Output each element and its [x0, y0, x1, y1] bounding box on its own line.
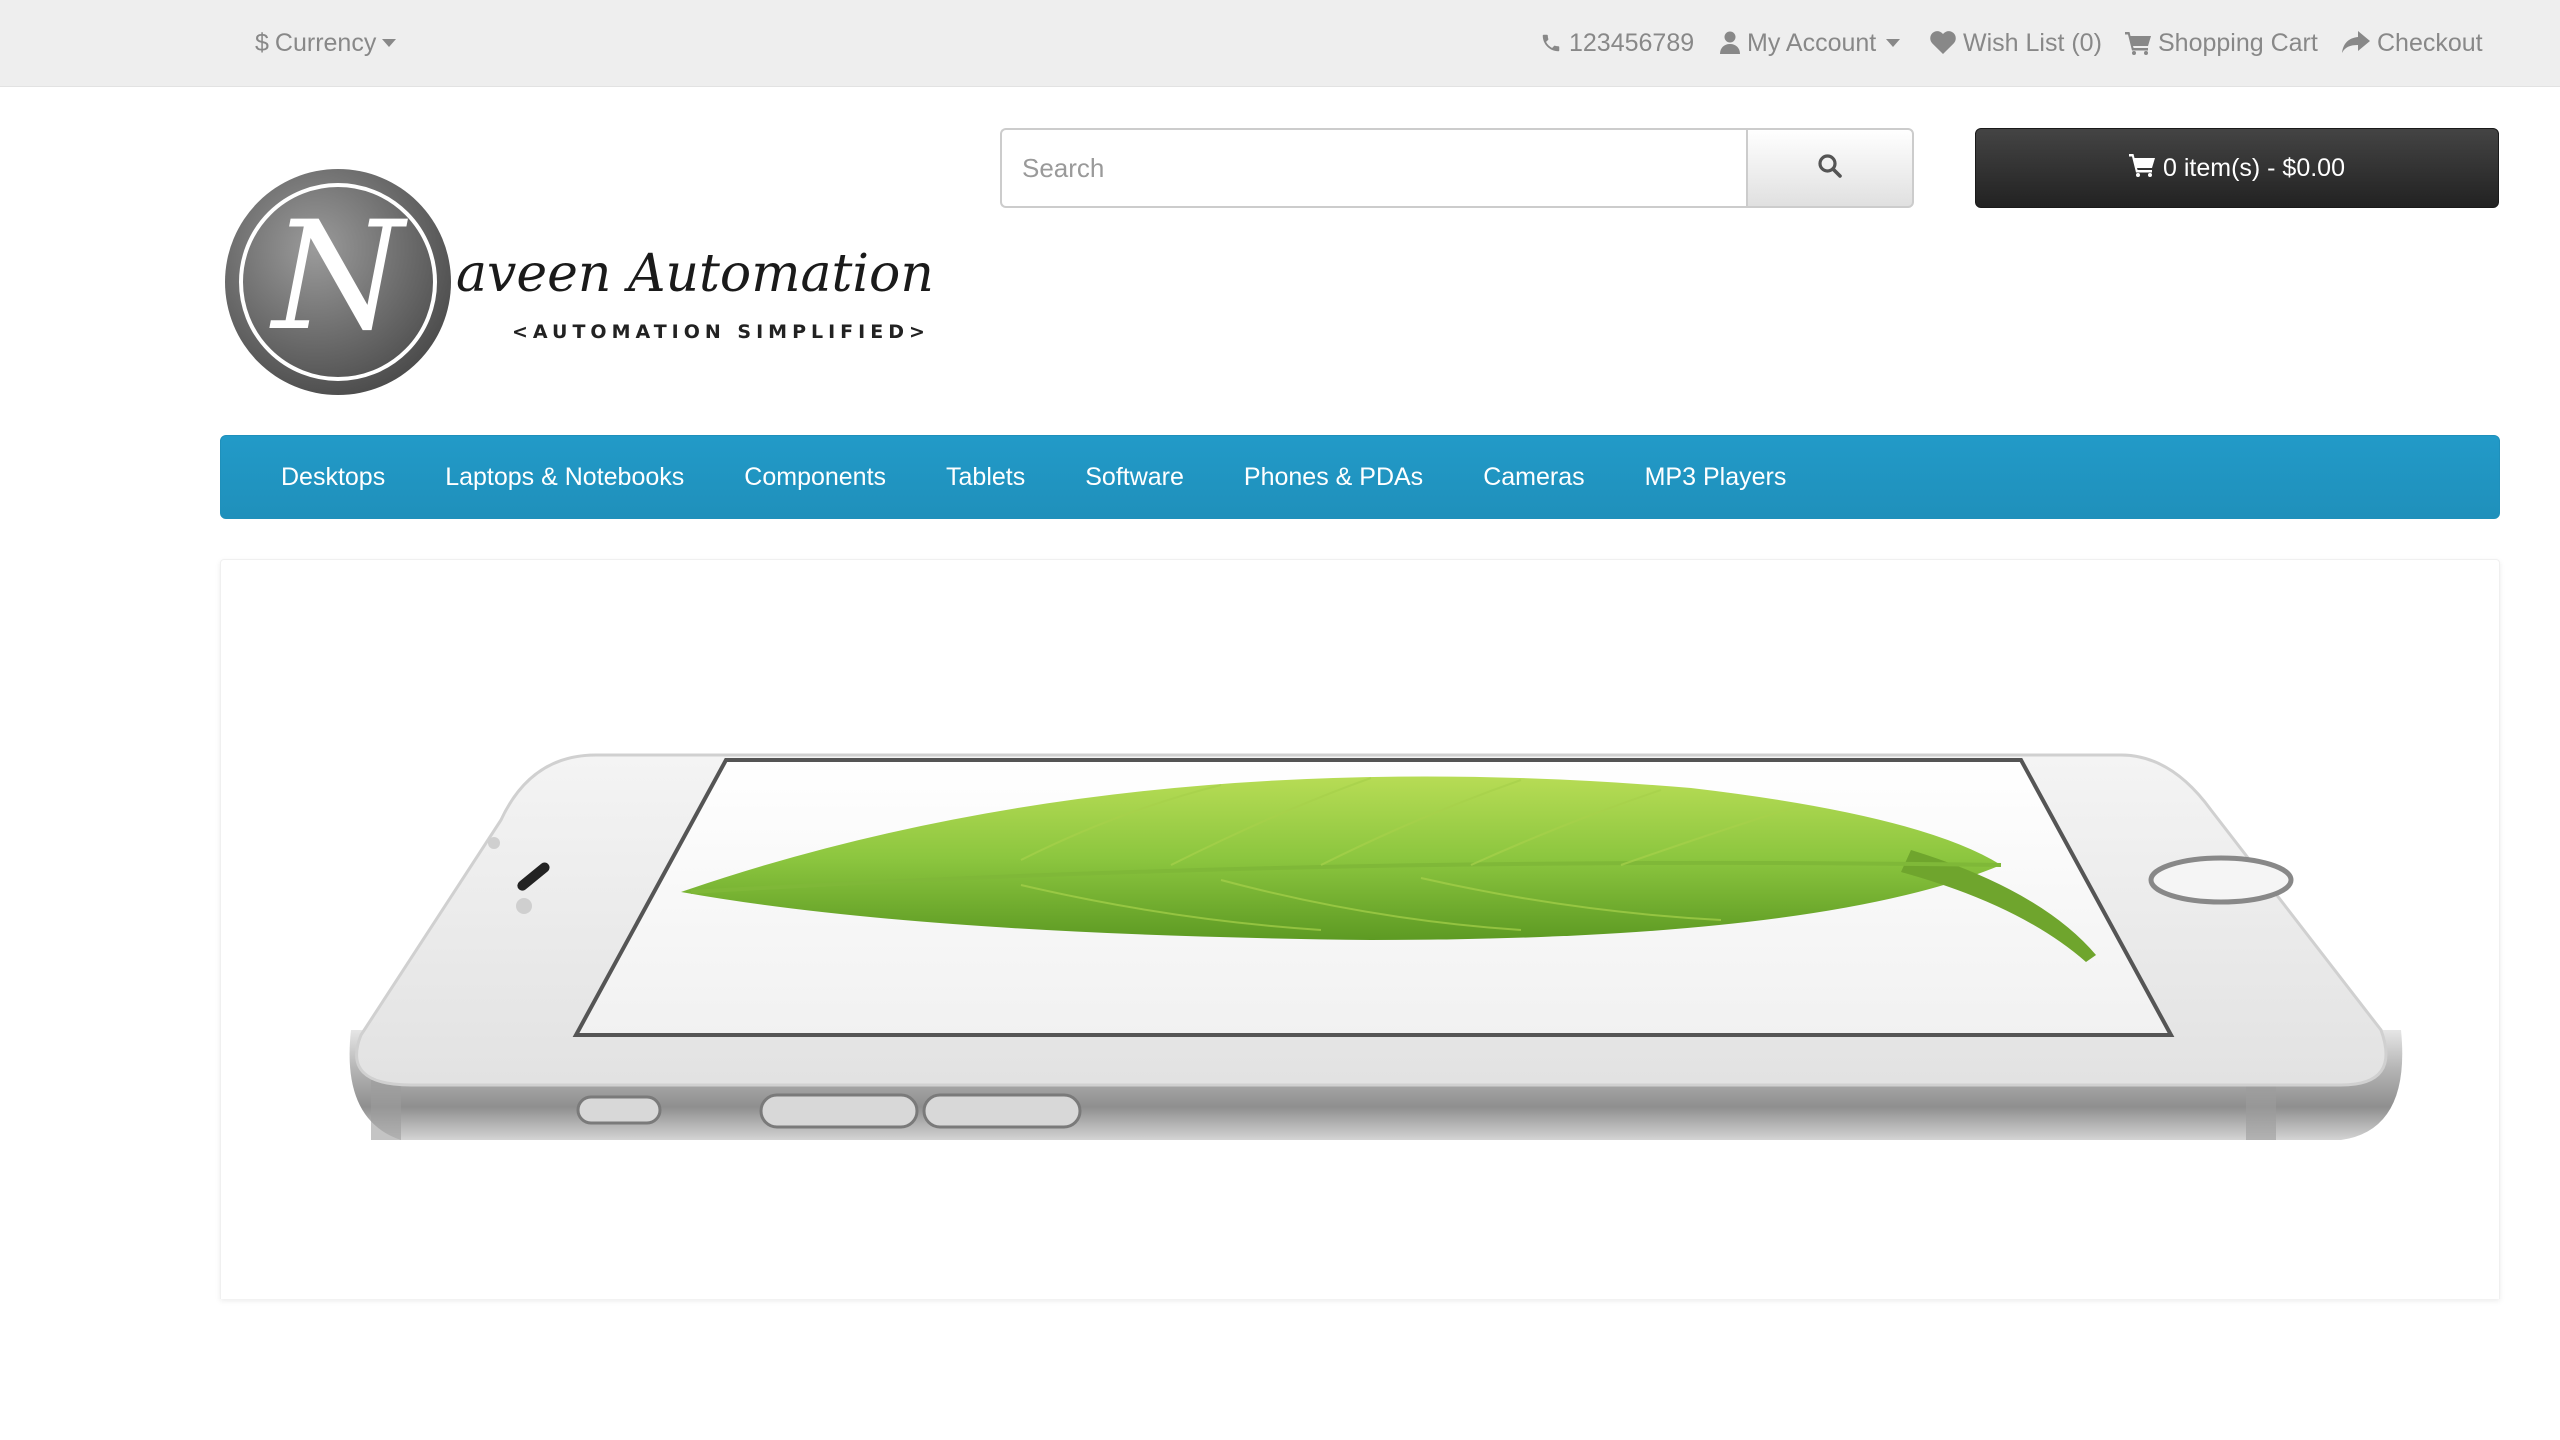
phone-link[interactable]: 123456789: [1540, 0, 1694, 86]
shopping-cart-icon: [2128, 153, 2163, 184]
caret-down-icon: [1886, 39, 1901, 47]
search-bar: [1000, 128, 1914, 208]
currency-label: Currency: [274, 28, 377, 57]
wish-list-link[interactable]: Wish List (0): [1930, 0, 2102, 86]
search-button[interactable]: [1746, 128, 1914, 208]
site-logo[interactable]: N aveen Automation Labs <AUTOMATION SIMP…: [222, 166, 1076, 398]
my-account-label: My Account: [1747, 28, 1877, 57]
shopping-cart-link[interactable]: Shopping Cart: [2125, 0, 2318, 86]
wish-list-label: Wish List (0): [1963, 28, 2102, 57]
checkout-link[interactable]: Checkout: [2342, 0, 2483, 86]
menu-item-cameras[interactable]: Cameras: [1453, 435, 1614, 519]
category-menu: Desktops Laptops & Notebooks Components …: [220, 435, 2500, 519]
menu-item-desktops[interactable]: Desktops: [251, 435, 415, 519]
checkout-label: Checkout: [2377, 28, 2483, 57]
logo-monogram: N: [269, 190, 408, 364]
heart-icon: [1930, 31, 1956, 55]
my-account-dropdown[interactable]: My Account: [1720, 0, 1901, 86]
currency-symbol: $: [255, 28, 269, 57]
phone-icon: [1540, 31, 1562, 55]
share-icon: [2342, 31, 2370, 55]
menu-item-components[interactable]: Components: [714, 435, 916, 519]
caret-down-icon: [382, 39, 397, 47]
logo-tagline: <AUTOMATION SIMPLIFIED>: [512, 321, 930, 343]
cart-button[interactable]: 0 item(s) - $0.00: [1975, 128, 2499, 208]
slideshow-banner[interactable]: [220, 559, 2500, 1299]
menu-item-tablets[interactable]: Tablets: [916, 435, 1055, 519]
smartphone-banner-image: [349, 753, 2403, 1140]
shopping-cart-icon: [2125, 31, 2151, 55]
shopping-cart-label: Shopping Cart: [2158, 28, 2318, 57]
cart-total: 0 item(s) - $0.00: [2162, 153, 2345, 182]
top-bar: $ Currency 123456789 My Account Wish Lis…: [0, 0, 2560, 87]
user-icon: [1720, 31, 1740, 55]
menu-item-phones-pdas[interactable]: Phones & PDAs: [1214, 435, 1453, 519]
search-icon: [1817, 153, 1843, 184]
phone-number: 123456789: [1569, 28, 1695, 57]
currency-dropdown[interactable]: $ Currency: [255, 0, 397, 86]
menu-item-laptops-notebooks[interactable]: Laptops & Notebooks: [415, 435, 714, 519]
menu-item-mp3-players[interactable]: MP3 Players: [1615, 435, 1817, 519]
logo-name: aveen Automation Labs: [456, 244, 942, 304]
search-input[interactable]: [1000, 128, 1746, 208]
menu-item-software[interactable]: Software: [1055, 435, 1214, 519]
